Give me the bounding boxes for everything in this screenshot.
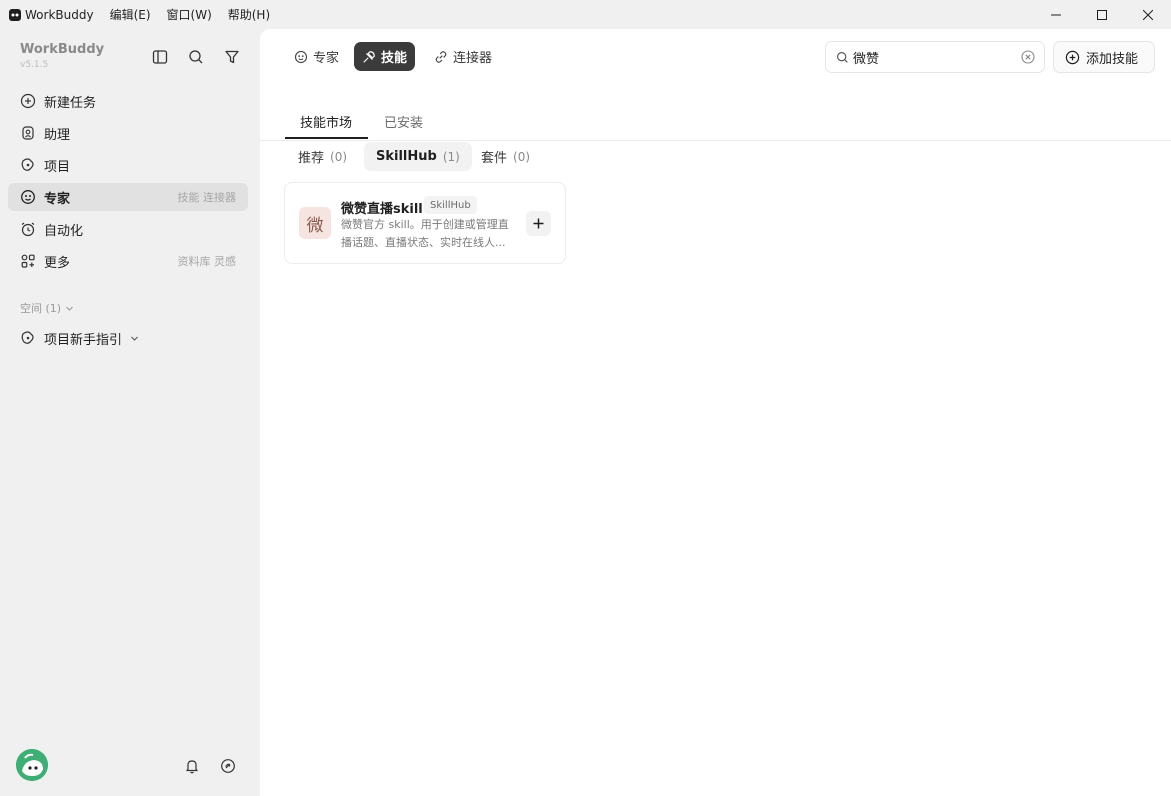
tab-label: 连接器: [453, 51, 493, 66]
sidebar-item-label: 新建任务: [44, 95, 97, 111]
app-title: WorkBuddy: [25, 7, 94, 22]
minimize-button[interactable]: [1033, 0, 1079, 29]
sidebar-item-expert[interactable]: 专家 技能 连接器: [8, 183, 248, 211]
tab-expert[interactable]: 专家: [286, 42, 347, 71]
toggle-sidebar-button[interactable]: [150, 47, 170, 67]
avatar-icon: [16, 749, 48, 781]
close-icon: [1143, 9, 1153, 20]
filter-button[interactable]: [222, 47, 242, 67]
sidebar-item-label: 专家: [44, 191, 71, 207]
skill-title: 微赞直播skill: [341, 202, 423, 217]
minimize-icon: [1051, 14, 1061, 15]
add-skill-card-button[interactable]: [526, 211, 551, 236]
sidebar-item-label: 项目新手指引: [44, 332, 123, 348]
filter-icon: [225, 50, 239, 64]
notification-button[interactable]: [182, 756, 202, 776]
bell-icon: [186, 760, 198, 774]
sidebar-brand: WorkBuddy: [20, 42, 105, 57]
maximize-button[interactable]: [1079, 0, 1125, 29]
search-button[interactable]: [186, 47, 206, 67]
sidebar-item-more[interactable]: 更多 资料库 灵感: [8, 247, 248, 275]
search-box: [825, 41, 1045, 73]
add-skill-button[interactable]: 添加技能: [1053, 41, 1155, 73]
alarm-clock-icon: [20, 221, 36, 237]
sidebar-item-project[interactable]: 项目: [8, 151, 248, 179]
search-input[interactable]: [853, 49, 1013, 65]
filter-chip-recommended[interactable]: 推荐 (0): [286, 142, 359, 171]
sidebar-item-label: 助理: [44, 127, 71, 143]
chip-count: (0): [330, 149, 348, 164]
sidebar-item-automation[interactable]: 自动化: [8, 215, 248, 243]
expert-icon: [20, 189, 36, 205]
chevron-down-icon: [131, 336, 138, 341]
search-icon: [189, 50, 203, 64]
skill-source-badge: SkillHub: [424, 196, 477, 214]
main-panel: 专家 技能 连接器 添加技能 技能市场 已安装 推荐 (0) SkillHub …: [260, 29, 1171, 796]
search-icon: [837, 51, 848, 63]
plus-icon: [533, 218, 544, 229]
tab-label: 技能: [381, 51, 408, 66]
window-controls: [1033, 0, 1171, 29]
chip-label: 套件: [481, 151, 508, 166]
project-icon: [20, 157, 36, 173]
title-bar: WorkBuddy 编辑(E) 窗口(W) 帮助(H): [0, 0, 1171, 29]
chip-count: (1): [442, 149, 460, 164]
menu-window[interactable]: 窗口(W): [167, 6, 212, 23]
skill-avatar: 微: [299, 207, 331, 239]
skill-card[interactable]: 微 微赞直播skill SkillHub 微赞官方 skill。用于创建或管理直…: [284, 182, 566, 264]
add-skill-label: 添加技能: [1086, 51, 1139, 67]
skill-description: 微赞官方 skill。用于创建或管理直播话题、直播状态、实时在线人...: [341, 218, 509, 249]
active-tab-indicator: [285, 137, 368, 139]
plus-circle-icon: [1065, 50, 1080, 64]
filter-chip-suite[interactable]: 套件 (0): [469, 142, 542, 171]
project-icon: [20, 330, 36, 346]
space-section-label: 空间 (1): [20, 302, 62, 315]
divider: [260, 140, 1171, 141]
chip-count: (0): [513, 149, 531, 164]
close-button[interactable]: [1125, 0, 1171, 29]
sidebar-item-new-task[interactable]: 新建任务: [8, 87, 248, 115]
compass-icon: [221, 759, 235, 773]
grid-icon: [20, 253, 36, 269]
link-icon: [435, 50, 447, 63]
space-section-header[interactable]: 空间 (1): [20, 300, 74, 316]
chip-label: 推荐: [298, 151, 325, 166]
tab-installed[interactable]: 已安装: [384, 112, 423, 131]
tab-connectors[interactable]: 连接器: [426, 42, 500, 71]
skill-icon: [363, 50, 375, 63]
menu-edit[interactable]: 编辑(E): [110, 6, 151, 23]
filter-chip-skillhub[interactable]: SkillHub (1): [364, 142, 472, 171]
sidebar-item-hint: 技能 连接器: [177, 191, 237, 204]
chip-label: SkillHub: [376, 149, 437, 164]
tab-label: 专家: [313, 51, 340, 66]
sidebar-item-assistant[interactable]: 助理: [8, 119, 248, 147]
tab-skill-market[interactable]: 技能市场: [300, 112, 352, 131]
avatar[interactable]: [16, 749, 48, 781]
sidebar-item-label: 自动化: [44, 223, 84, 239]
maximize-icon: [1097, 9, 1107, 20]
menu-help[interactable]: 帮助(H): [228, 6, 270, 23]
sidebar: WorkBuddy v5.1.5 新建任务 助理 项目 专家 技能 连接器 自动…: [0, 29, 260, 796]
expert-icon: [294, 50, 308, 63]
app-logo-icon: [9, 8, 21, 21]
sidebar-panel-icon: [152, 50, 168, 64]
chevron-down-icon: [66, 306, 73, 311]
plus-circle-icon: [20, 93, 36, 109]
assistant-icon: [20, 125, 36, 141]
sidebar-item-hint: 资料库 灵感: [177, 255, 237, 268]
clear-search-icon[interactable]: [1021, 50, 1035, 64]
link-button[interactable]: [218, 756, 238, 776]
sidebar-item-label: 项目: [44, 159, 71, 175]
version-label: v5.1.5: [20, 60, 49, 70]
sidebar-item-label: 更多: [44, 255, 71, 271]
tab-skills[interactable]: 技能: [354, 42, 416, 71]
sidebar-item-project-guide[interactable]: 项目新手指引: [8, 324, 248, 352]
